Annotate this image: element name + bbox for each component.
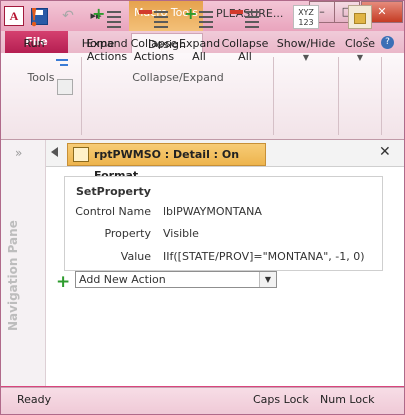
collapse-actions-icon bbox=[139, 5, 169, 33]
arg-value-property[interactable]: Visible bbox=[163, 227, 199, 240]
macro-icon bbox=[73, 147, 89, 162]
arg-value-control-name[interactable]: lblPWAYMONTANA bbox=[163, 205, 262, 218]
expand-all-icon: + bbox=[184, 5, 214, 33]
close-macro-button[interactable]: Close ▼ bbox=[341, 5, 379, 64]
chevron-down-icon: ▼ bbox=[302, 53, 310, 62]
run-button[interactable]: ! Run bbox=[19, 3, 49, 51]
show-hide-button[interactable]: XYZ 123 Show/Hide ▼ bbox=[275, 5, 337, 64]
arg-value-expression[interactable]: IIf([STATE/PROV]="MONTANA", -1, 0) bbox=[163, 250, 365, 263]
collapse-all-button[interactable]: Collapse All bbox=[221, 5, 269, 63]
collapse-actions-button[interactable]: Collapse Actions bbox=[130, 5, 178, 63]
expand-actions-button[interactable]: + Expand Actions bbox=[85, 5, 129, 64]
ribbon-separator bbox=[81, 57, 82, 135]
collapse-all-icon bbox=[230, 5, 260, 33]
tab-scroll-left-icon[interactable] bbox=[51, 147, 58, 157]
help-icon[interactable]: ? bbox=[381, 36, 394, 49]
expand-nav-pane-icon[interactable]: » bbox=[15, 146, 22, 160]
arg-label-value: Value bbox=[120, 250, 151, 263]
ribbon-separator bbox=[381, 57, 382, 135]
add-new-action-combo[interactable]: Add New Action ▼ bbox=[75, 271, 277, 288]
arg-label-property: Property bbox=[104, 227, 151, 240]
chevron-down-icon[interactable]: ▼ bbox=[259, 272, 276, 287]
access-window: A ↶ ▸▸ Macro Tools PLEASURE... – □ ✕ Fil… bbox=[0, 0, 405, 415]
collapse-expand-group-label: Collapse/Expand bbox=[132, 71, 224, 84]
ribbon-separator bbox=[338, 57, 339, 135]
undo-icon[interactable]: ↶ bbox=[59, 7, 77, 24]
chevron-down-icon: ▼ bbox=[356, 53, 364, 62]
document-tab[interactable]: rptPWMSO : Detail : On Format bbox=[67, 143, 266, 182]
action-name[interactable]: SetProperty bbox=[76, 185, 151, 198]
close-folder-icon bbox=[341, 5, 379, 33]
single-step-icon[interactable] bbox=[56, 57, 72, 69]
status-ready: Ready bbox=[17, 393, 52, 406]
close-document-icon[interactable]: ✕ bbox=[379, 144, 391, 160]
show-hide-icon: XYZ 123 bbox=[275, 5, 337, 33]
status-caps-lock: Caps Lock bbox=[253, 393, 309, 406]
navigation-pane-label: Navigation Pane bbox=[6, 220, 20, 331]
arg-label-control-name: Control Name bbox=[75, 205, 151, 218]
run-icon: ! bbox=[28, 3, 40, 32]
tools-group-label: Tools bbox=[27, 71, 55, 84]
ribbon-separator bbox=[273, 57, 274, 135]
status-num-lock: Num Lock bbox=[320, 393, 375, 406]
expand-all-button[interactable]: + Expand All bbox=[179, 5, 220, 64]
expand-actions-icon: + bbox=[92, 5, 122, 33]
add-action-plus-icon: + bbox=[56, 272, 71, 292]
